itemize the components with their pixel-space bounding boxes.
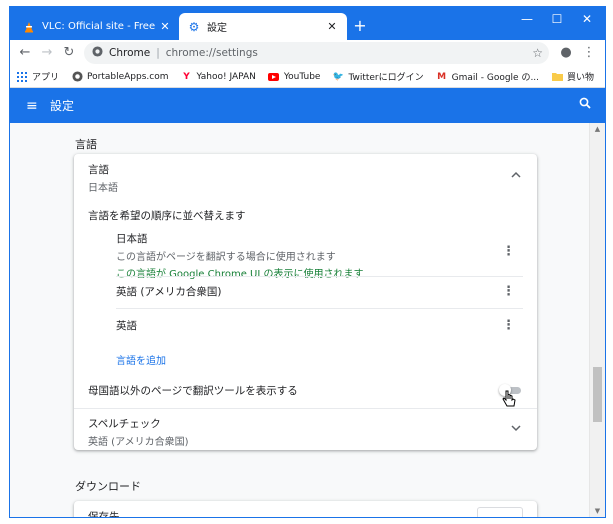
tab-vlc[interactable]: VLC: Official site - Free multimedi ✕ [14,13,180,40]
tab-strip: VLC: Official site - Free multimedi ✕ ⚙ … [10,7,605,40]
more-actions-icon[interactable]: ⋮ [502,284,515,299]
yahoo-icon: Y [183,71,190,82]
bookmark-label: YouTube [283,71,321,82]
kebab-menu-icon[interactable]: ⋮ [579,43,599,63]
translate-toggle-row: 母国語以外のページで翻訳ツールを表示する [74,383,537,405]
bookmark-label: アプリ [32,73,60,83]
section-title-languages: 言語 [75,138,97,151]
close-icon[interactable]: ✕ [158,20,172,33]
chrome-label: Chrome [109,47,151,59]
tab-settings[interactable]: ⚙ 設定 ✕ [179,13,347,40]
address-bar[interactable]: Chrome | chrome://settings ☆ [84,42,549,64]
bookmark-apps[interactable]: アプリ [16,70,59,83]
language-ui-note: この言語が Google Chrome UI の表示に使用されます [116,269,364,280]
settings-content: 言語 言語 日本語 言語を希望の順序に並べ替えます 日本語 この言語がページを翻… [10,123,590,518]
spellcheck-value: 英語 (アメリカ合衆国) [88,437,189,448]
language-name: 英語 (アメリカ合衆国) [116,286,222,298]
bookmark-label: Yahoo! JAPAN [196,71,256,82]
apps-grid-icon [16,71,28,83]
reorder-label: 言語を希望の順序に並べ替えます [88,210,246,222]
divider [116,276,523,277]
gear-icon: ⚙ [188,19,200,34]
language-row-value: 日本語 [88,183,118,194]
divider [74,408,537,409]
url-text: chrome://settings [165,47,258,59]
change-location-button[interactable] [477,507,523,517]
bookmark-label: PortableApps.com [87,71,169,82]
bookmark-youtube[interactable]: YouTube [268,71,321,83]
settings-header: ≡ 設定 [10,88,605,123]
divider [116,308,523,309]
bookmark-twitter[interactable]: 🐦 Twitterにログイン [332,70,424,84]
bookmark-label: Twitterにログイン [348,73,424,83]
profile-icon[interactable]: ● [556,43,576,63]
search-icon[interactable] [579,97,591,113]
star-icon[interactable]: ☆ [532,46,543,60]
bookmark-portableapps[interactable]: PortableApps.com [71,71,168,83]
hamburger-menu-icon[interactable]: ≡ [26,99,40,113]
tab-title: 設定 [207,23,227,34]
section-title-downloads: ダウンロード [75,480,141,493]
reload-button[interactable]: ↻ [58,42,80,64]
bookmarks-bar: アプリ PortableApps.com Y Yahoo! JAPAN YouT… [10,66,605,88]
new-tab-button[interactable]: + [350,16,370,36]
language-item-english: 英語 ⋮ [116,318,523,342]
scrollbar[interactable]: ▲ ▼ [589,123,605,517]
browser-window: VLC: Official site - Free multimedi ✕ ⚙ … [9,6,606,518]
languages-card: 言語 日本語 言語を希望の順序に並べ替えます 日本語 この言語がページを翻訳する… [74,154,537,450]
twitter-icon: 🐦 [332,71,345,82]
language-row[interactable]: 言語 日本語 [74,162,537,196]
tab-title: VLC: Official site - Free multimedi [42,21,158,32]
close-icon[interactable]: ✕ [325,20,339,33]
bookmark-label: Gmail - Google の... [451,73,540,83]
maximize-button[interactable]: ☐ [542,9,572,29]
language-item-english-us: 英語 (アメリカ合衆国) ⋮ [116,284,523,308]
page-title: 設定 [50,99,75,113]
language-name: 英語 [116,320,137,332]
vlc-cone-icon [22,20,36,34]
language-item-japanese: 日本語 この言語がページを翻訳する場合に使用されます この言語が Google … [116,231,523,280]
language-name: 日本語 [116,233,148,245]
gmail-icon: M [437,71,447,82]
chevron-up-icon[interactable] [511,168,521,181]
translate-toggle-label: 母国語以外のページで翻訳ツールを表示する [88,385,298,397]
language-translate-note: この言語がページを翻訳する場合に使用されます [116,252,336,263]
downloads-card: 保存先 [74,501,537,518]
chevron-down-icon[interactable] [511,422,521,435]
portableapps-icon [71,71,83,83]
more-actions-icon[interactable]: ⋮ [502,318,515,333]
bookmark-shopping-folder[interactable]: 買い物 [551,70,594,83]
add-language-link[interactable]: 言語を追加 [116,352,166,367]
bookmark-label: 買い物 [567,73,595,83]
language-row-label: 言語 [88,164,109,176]
folder-icon [551,71,563,83]
spellcheck-row[interactable]: スペルチェック 英語 (アメリカ合衆国) [74,416,537,448]
toolbar: ← → ↻ Chrome | chrome://settings ☆ ● ⋮ [10,40,605,66]
spellcheck-label: スペルチェック [88,418,161,430]
youtube-icon [268,71,280,83]
minimize-button[interactable]: — [512,9,542,29]
bookmark-yahoo[interactable]: Y Yahoo! JAPAN [180,71,256,83]
chrome-icon [92,46,103,60]
window-close-button[interactable]: ✕ [572,9,602,29]
forward-button[interactable]: → [36,42,58,64]
back-button[interactable]: ← [14,42,36,64]
url-separator: | [156,47,160,59]
scroll-thumb[interactable] [593,367,602,422]
scroll-up-icon[interactable]: ▲ [593,125,602,135]
download-location-label: 保存先 [88,511,120,518]
more-actions-icon[interactable]: ⋮ [502,244,515,259]
scroll-down-icon[interactable]: ▼ [593,507,602,517]
bookmark-gmail[interactable]: M Gmail - Google の... [436,70,540,84]
